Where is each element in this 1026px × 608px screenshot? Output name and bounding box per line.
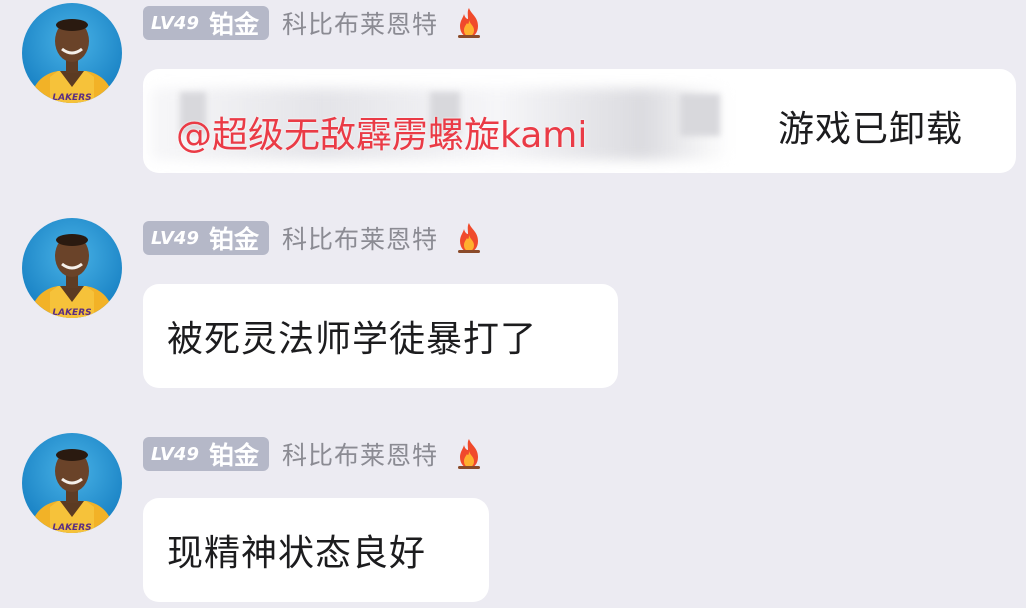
- chat-message: LAKERS LV49 铂金 科比布莱恩特 现精神状态良好: [0, 430, 1026, 608]
- chat-message: LAKERS LV49 铂金 科比布莱恩特 @超级无敌霹雳螺旋kami 游戏已卸…: [0, 0, 1026, 190]
- fire-icon: [458, 223, 481, 253]
- avatar[interactable]: LAKERS: [22, 3, 122, 103]
- jersey-text: LAKERS: [52, 93, 91, 103]
- fire-icon: [458, 8, 481, 38]
- avatar-image: LAKERS: [30, 449, 114, 533]
- message-header: LV49 铂金 科比布莱恩特: [143, 5, 486, 41]
- chat-message: LAKERS LV49 铂金 科比布莱恩特 被死灵法师学徒暴打了: [0, 214, 1026, 394]
- avatar[interactable]: LAKERS: [22, 218, 122, 318]
- jersey-text: LAKERS: [52, 308, 91, 318]
- level-badge: LV49 铂金: [143, 437, 269, 471]
- level-label: LV49: [151, 227, 199, 249]
- mention-link[interactable]: @超级无敌霹雳螺旋kami: [176, 106, 587, 158]
- level-label: LV49: [151, 12, 199, 34]
- message-bubble[interactable]: 被死灵法师学徒暴打了: [143, 284, 618, 388]
- rank-label: 铂金: [208, 225, 259, 254]
- avatar[interactable]: LAKERS: [22, 433, 122, 533]
- level-badge: LV49 铂金: [143, 6, 269, 40]
- fire-icon: [458, 439, 481, 469]
- level-badge: LV49 铂金: [143, 221, 269, 255]
- redacted-block: [680, 94, 720, 136]
- jersey-text: LAKERS: [52, 523, 91, 533]
- avatar-image: LAKERS: [30, 234, 114, 318]
- username[interactable]: 科比布莱恩特: [282, 5, 438, 41]
- avatar-image: LAKERS: [30, 19, 114, 103]
- message-header: LV49 铂金 科比布莱恩特: [143, 436, 486, 472]
- message-bubble[interactable]: 现精神状态良好: [143, 498, 489, 602]
- rank-label: 铂金: [208, 10, 259, 39]
- message-header: LV49 铂金 科比布莱恩特: [143, 220, 486, 256]
- username[interactable]: 科比布莱恩特: [282, 220, 438, 256]
- rank-label: 铂金: [208, 441, 259, 470]
- message-text: 被死灵法师学徒暴打了: [167, 319, 538, 360]
- username[interactable]: 科比布莱恩特: [282, 436, 438, 472]
- message-text: 现精神状态良好: [167, 533, 427, 574]
- level-label: LV49: [151, 443, 199, 465]
- message-text: 游戏已卸载: [778, 109, 964, 150]
